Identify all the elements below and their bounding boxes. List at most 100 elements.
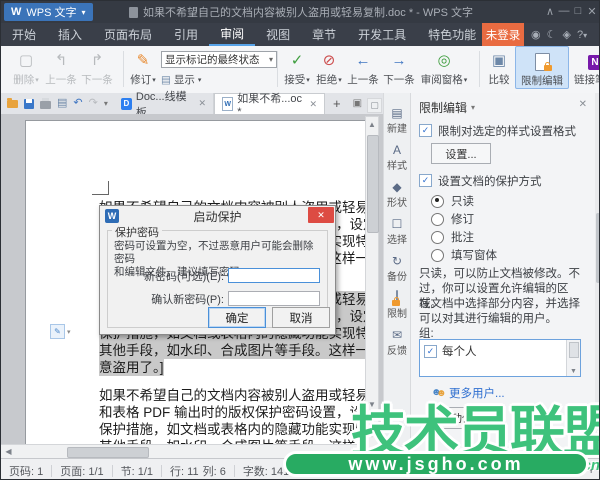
next-comment-button[interactable]: ↱ 下一条: [79, 46, 115, 87]
horizontal-scroll-thumb[interactable]: [67, 447, 149, 458]
scroll-down-icon[interactable]: ▼: [366, 398, 378, 411]
tab-review[interactable]: 审阅: [209, 23, 255, 46]
dialog-close-button[interactable]: ✕: [308, 207, 334, 223]
horizontal-scrollbar[interactable]: ◀ ▶: [1, 444, 365, 458]
print-icon[interactable]: [40, 101, 51, 109]
listbox-scrollbar[interactable]: ▼: [566, 340, 580, 376]
minimize-icon[interactable]: —: [557, 5, 571, 17]
new-tab-button[interactable]: +: [325, 93, 349, 114]
play-circle-icon[interactable]: ◉: [531, 28, 541, 41]
group-item-everyone[interactable]: ✓ 每个人: [424, 343, 477, 359]
updates-icon[interactable]: ☾: [547, 28, 557, 41]
print-preview-icon[interactable]: ▤: [57, 98, 67, 109]
tab-references[interactable]: 引用: [163, 23, 209, 46]
help-icon[interactable]: ?▾: [577, 29, 587, 41]
cancel-button[interactable]: 取消: [272, 307, 330, 328]
tab-view[interactable]: 视图: [255, 23, 301, 46]
sidebar-item-select[interactable]: ☐ 选择: [387, 218, 407, 246]
delete-comment-button[interactable]: ▢ 删除▾: [9, 46, 43, 87]
open-folder-icon[interactable]: [7, 100, 18, 108]
web-view-icon[interactable]: ☰: [431, 465, 440, 476]
save-icon[interactable]: [24, 99, 34, 109]
next-page-icon[interactable]: ↓: [366, 442, 378, 455]
redo-icon[interactable]: ↷: [89, 98, 98, 109]
ribbon-group-protect: ▣ 比较 限制编辑 N 链接笔记: [483, 46, 600, 92]
sidebar-item-styles[interactable]: A 样式: [387, 144, 407, 172]
tab-developer[interactable]: 开发工具: [347, 23, 417, 46]
show-markup-button[interactable]: ▤ 显示 ▾: [161, 72, 201, 87]
accept-button[interactable]: ✓ 接受▾: [281, 46, 313, 87]
collapse-ribbon-icon[interactable]: ∧: [543, 5, 557, 18]
more-users-link[interactable]: ☻☻ 更多用户...: [431, 385, 505, 401]
restrict-editing-button[interactable]: 限制编辑: [515, 46, 569, 89]
radio-comments[interactable]: 批注: [431, 229, 474, 245]
ribbon: ◂ ▢ 删除▾ ↰ 上一条 ↱ 下一条 ✎ 修订▾ 显示标记的最终状态: [1, 46, 600, 94]
compare-button[interactable]: ▣ 比较: [483, 46, 515, 87]
scroll-left-icon[interactable]: ◀: [2, 445, 15, 458]
sidebar-item-shapes[interactable]: ◆ 形状: [387, 181, 407, 209]
wps-menu-button[interactable]: W WPS 文字 ▾: [4, 3, 93, 21]
edit-permission-margin-icon[interactable]: ✎ ▾: [50, 324, 71, 339]
tab-home[interactable]: 开始: [1, 23, 47, 46]
tab-list-icon[interactable]: ▣: [349, 93, 366, 114]
tab-section[interactable]: 章节: [301, 23, 347, 46]
scroll-right-icon[interactable]: ▶: [351, 445, 364, 458]
close-icon[interactable]: ✕: [585, 5, 599, 18]
track-changes-button[interactable]: ✎ 修订▾: [127, 46, 159, 87]
sidebar-item-new[interactable]: ▤ 新建: [387, 107, 407, 135]
user-group-listbox[interactable]: ✓ 每个人 ▼: [419, 339, 581, 377]
ruler-toggle-icon[interactable]: ▢: [367, 98, 382, 113]
review-pane-button[interactable]: ◎ 审阅窗格▾: [417, 46, 471, 87]
scroll-up-icon[interactable]: ▲: [366, 118, 378, 131]
markup-state-dropdown[interactable]: 显示标记的最终状态 ▾: [161, 51, 277, 68]
sidebar-item-backup[interactable]: ↻ 备份: [387, 255, 407, 283]
scroll-down-icon[interactable]: ▼: [567, 368, 580, 375]
tab-insert[interactable]: 插入: [47, 23, 93, 46]
undo-icon[interactable]: ↶: [73, 98, 82, 109]
radio-fill-forms[interactable]: 填写窗体: [431, 247, 497, 263]
confirm-password-row: 确认新密码(P):: [110, 290, 326, 307]
panel-title[interactable]: 限制编辑 ▾: [419, 99, 475, 116]
page-view-icon[interactable]: ▤: [414, 465, 423, 476]
status-bar: 页码: 1 页面: 1/1 节: 1/1 行: 11 列: 6 字数: 141/…: [1, 458, 600, 480]
doc-tab-current[interactable]: W 如果不希...oc * ✕: [214, 93, 325, 114]
chevron-down-icon[interactable]: ▾: [104, 100, 108, 108]
close-panel-icon[interactable]: ✕: [579, 99, 587, 110]
new-password-field[interactable]: [228, 268, 320, 283]
status-word-count[interactable]: 字数: 141/423: [235, 463, 319, 479]
radio-read-only[interactable]: 只读: [431, 193, 474, 209]
zoom-in-icon[interactable]: +: [587, 462, 595, 477]
previous-page-icon[interactable]: ↑: [366, 427, 378, 440]
vertical-scrollbar[interactable]: ▲ ▼ • ↑ ↓: [365, 116, 379, 458]
next-item-button[interactable]: → 下一条: [381, 46, 417, 87]
panel-scroll-thumb[interactable]: [596, 213, 600, 283]
tab-page-layout[interactable]: 页面布局: [93, 23, 163, 46]
settings-button[interactable]: 设置...: [431, 143, 491, 164]
protection-mode-checkbox[interactable]: ✓ 设置文档的保护方式: [419, 173, 587, 189]
full-screen-view-icon[interactable]: ▢: [398, 465, 407, 476]
listbox-scroll-thumb[interactable]: [569, 342, 579, 358]
maximize-icon[interactable]: □: [571, 5, 585, 17]
previous-item-button[interactable]: ← 上一条: [345, 46, 381, 87]
panel-scrollbar[interactable]: [595, 93, 600, 458]
format-restriction-checkbox[interactable]: ✓ 限制对选定的样式设置格式: [419, 123, 587, 139]
sidebar-item-feedback[interactable]: ✉ 反馈: [387, 329, 407, 357]
ok-button[interactable]: 确定: [208, 307, 266, 328]
radio-track-changes[interactable]: 修订: [431, 211, 474, 227]
spell-check-status[interactable]: 拼写检查: [320, 463, 392, 479]
start-protection-button[interactable]: 启动保护: [429, 407, 495, 429]
previous-comment-button[interactable]: ↰ 上一条: [43, 46, 79, 87]
sidebar-item-restrict[interactable]: 限制: [387, 292, 407, 320]
dialog-titlebar[interactable]: W 启动保护: [100, 206, 335, 226]
tab-special-features[interactable]: 特色功能: [417, 23, 487, 46]
close-tab-icon[interactable]: ✕: [309, 99, 317, 110]
vertical-scroll-thumb[interactable]: [367, 135, 379, 233]
linked-notes-button[interactable]: N 链接笔记: [569, 46, 600, 87]
skin-icon[interactable]: ◈: [562, 28, 570, 41]
confirm-password-field[interactable]: [228, 291, 320, 306]
doc-tab-docer-template[interactable]: D Doc...线模板 ✕: [114, 93, 214, 114]
login-button[interactable]: 未登录: [482, 23, 524, 46]
reject-button[interactable]: ⊘ 拒绝▾: [313, 46, 345, 87]
close-tab-icon[interactable]: ✕: [199, 98, 207, 109]
select-browse-object-icon[interactable]: •: [366, 412, 378, 425]
